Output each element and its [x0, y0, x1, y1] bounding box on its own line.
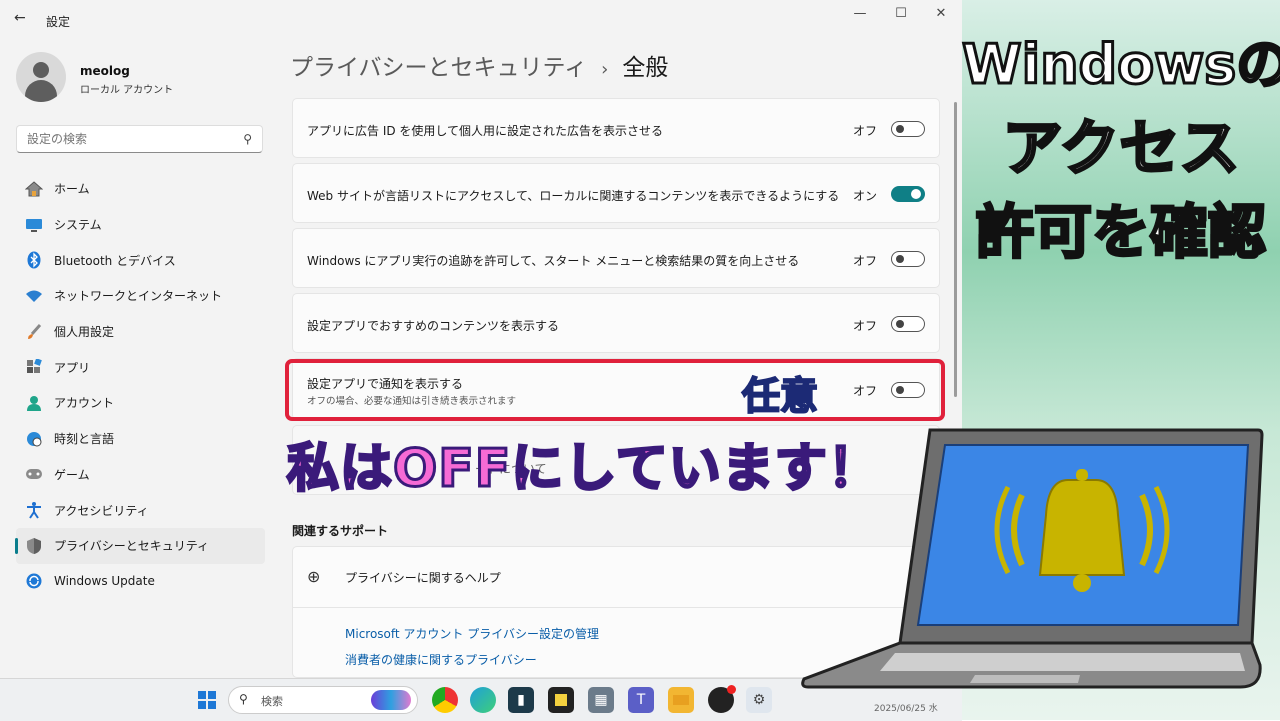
calculator-icon[interactable]: ▦ — [588, 687, 614, 713]
wifi-icon — [24, 286, 44, 306]
off-annotation: 私はOFFにしています！ — [286, 438, 882, 501]
thumbnail-title-line-2: アクセス — [1001, 113, 1241, 186]
privacy-help-title: プライバシーに関するヘルプ — [345, 571, 501, 585]
app-tracking-toggle[interactable] — [891, 251, 925, 267]
ad-id-toggle[interactable] — [891, 121, 925, 137]
sidebar-item-privacy-security[interactable]: プライバシーとセキュリティ — [15, 527, 265, 564]
taskbar-search[interactable]: ⚲ 検索 — [228, 686, 418, 714]
search-highlight-art — [371, 690, 411, 710]
apps-icon — [24, 357, 44, 377]
edge-icon[interactable] — [470, 687, 496, 713]
sidebar-item-home[interactable]: ホーム — [16, 171, 265, 207]
close-button[interactable]: ✕ — [929, 6, 953, 21]
globe-icon: ⊕ — [307, 567, 321, 586]
setting-state: オフ — [852, 254, 877, 268]
sidebar-item-network[interactable]: ネットワークとインターネット — [16, 278, 265, 314]
link-health-privacy[interactable]: 消費者の健康に関するプライバシー — [345, 651, 537, 668]
sidebar-nav: ホーム システム Bluetooth とデバイス ネットワークとインターネット … — [15, 171, 265, 600]
account-icon — [24, 393, 44, 413]
setting-state: オフ — [852, 124, 877, 138]
teams-icon[interactable]: T — [628, 687, 654, 713]
brush-icon — [24, 322, 44, 342]
optional-annotation: 任意 — [741, 373, 819, 419]
back-arrow-icon[interactable]: ← — [14, 10, 26, 26]
taskbar-search-label: 検索 — [261, 695, 283, 708]
settings-search[interactable]: ⚲ — [16, 125, 263, 153]
setting-card-app-tracking: Windows にアプリ実行の追跡を許可して、スタート メニューと検索結果の質を… — [292, 228, 940, 288]
sidebar-item-gaming[interactable]: ゲーム — [16, 457, 265, 493]
media-app-icon[interactable] — [708, 685, 736, 713]
scrollbar[interactable] — [954, 102, 957, 397]
breadcrumb-separator: › — [601, 59, 609, 80]
app-title: 設定 — [46, 15, 71, 29]
language-list-toggle[interactable] — [891, 186, 925, 202]
update-icon — [24, 571, 44, 591]
sticky-notes-icon[interactable] — [548, 687, 574, 713]
setting-label: Web サイトが言語リストにアクセスして、ローカルに関連するコンテンツを表示でき… — [307, 189, 840, 203]
thumbnail-title-line-1: Windowsの — [961, 32, 1280, 98]
setting-label: 設定アプリでおすすめのコンテンツを表示する — [307, 319, 560, 333]
sidebar-item-apps[interactable]: アプリ — [16, 349, 265, 385]
accessibility-icon — [24, 500, 44, 520]
shield-icon — [24, 536, 44, 556]
sidebar-item-accounts[interactable]: アカウント — [16, 385, 265, 421]
link-account-privacy[interactable]: Microsoft アカウント プライバシー設定の管理 — [345, 625, 599, 642]
highlight-box — [285, 359, 945, 421]
home-icon — [24, 179, 44, 199]
sidebar-item-bluetooth[interactable]: Bluetooth とデバイス — [16, 242, 265, 278]
setting-card-ad-id: アプリに広告 ID を使用して個人用に設定された広告を表示させる オフ — [292, 98, 940, 158]
related-support-title: 関連するサポート — [292, 524, 389, 538]
search-icon: ⚲ — [239, 692, 248, 706]
search-icon: ⚲ — [243, 132, 252, 146]
laptop-illustration — [801, 428, 1264, 689]
setting-card-suggested-content: 設定アプリでおすすめのコンテンツを表示する オフ — [292, 293, 940, 353]
setting-state: オフ — [852, 319, 877, 333]
sidebar-item-system[interactable]: システム — [16, 207, 265, 243]
setting-card-language-list: Web サイトが言語リストにアクセスして、ローカルに関連するコンテンツを表示でき… — [292, 163, 940, 223]
search-input[interactable] — [25, 131, 229, 147]
bluetooth-icon — [24, 250, 44, 270]
system-icon — [24, 215, 44, 235]
page-title: 全般 — [622, 55, 669, 81]
file-explorer-icon[interactable] — [668, 687, 694, 713]
minimize-button[interactable]: — — [848, 6, 872, 21]
suggested-content-toggle[interactable] — [891, 316, 925, 332]
breadcrumb: プライバシーとセキュリティ › 全般 — [290, 48, 668, 82]
sidebar-item-personalization[interactable]: 個人用設定 — [16, 314, 265, 350]
avatar — [16, 52, 66, 102]
start-icon[interactable] — [194, 687, 220, 713]
gamepad-icon — [24, 464, 44, 484]
breadcrumb-parent[interactable]: プライバシーとセキュリティ — [290, 55, 587, 81]
settings-gear-icon[interactable]: ⚙ — [746, 687, 772, 713]
setting-label: Windows にアプリ実行の追跡を許可して、スタート メニューと検索結果の質を… — [307, 254, 800, 268]
book-app-icon[interactable]: ▮ — [508, 687, 534, 713]
globe-clock-icon — [24, 429, 44, 449]
maximize-button[interactable]: ☐ — [889, 6, 913, 21]
title-bar: ← 設定 — ☐ ✕ — [0, 0, 962, 40]
sidebar-item-time-language[interactable]: 時刻と言語 — [16, 421, 265, 457]
sidebar-item-accessibility[interactable]: アクセシビリティ — [16, 492, 265, 528]
thumbnail-title-line-3: 許可を確認 — [974, 197, 1267, 268]
account-type: ローカル アカウント — [80, 85, 174, 96]
setting-state: オン — [852, 189, 877, 203]
sidebar-item-windows-update[interactable]: Windows Update — [16, 564, 265, 600]
user-name: meolog — [80, 64, 130, 78]
chrome-icon[interactable] — [432, 687, 458, 713]
setting-label: アプリに広告 ID を使用して個人用に設定された広告を表示させる — [307, 124, 664, 138]
